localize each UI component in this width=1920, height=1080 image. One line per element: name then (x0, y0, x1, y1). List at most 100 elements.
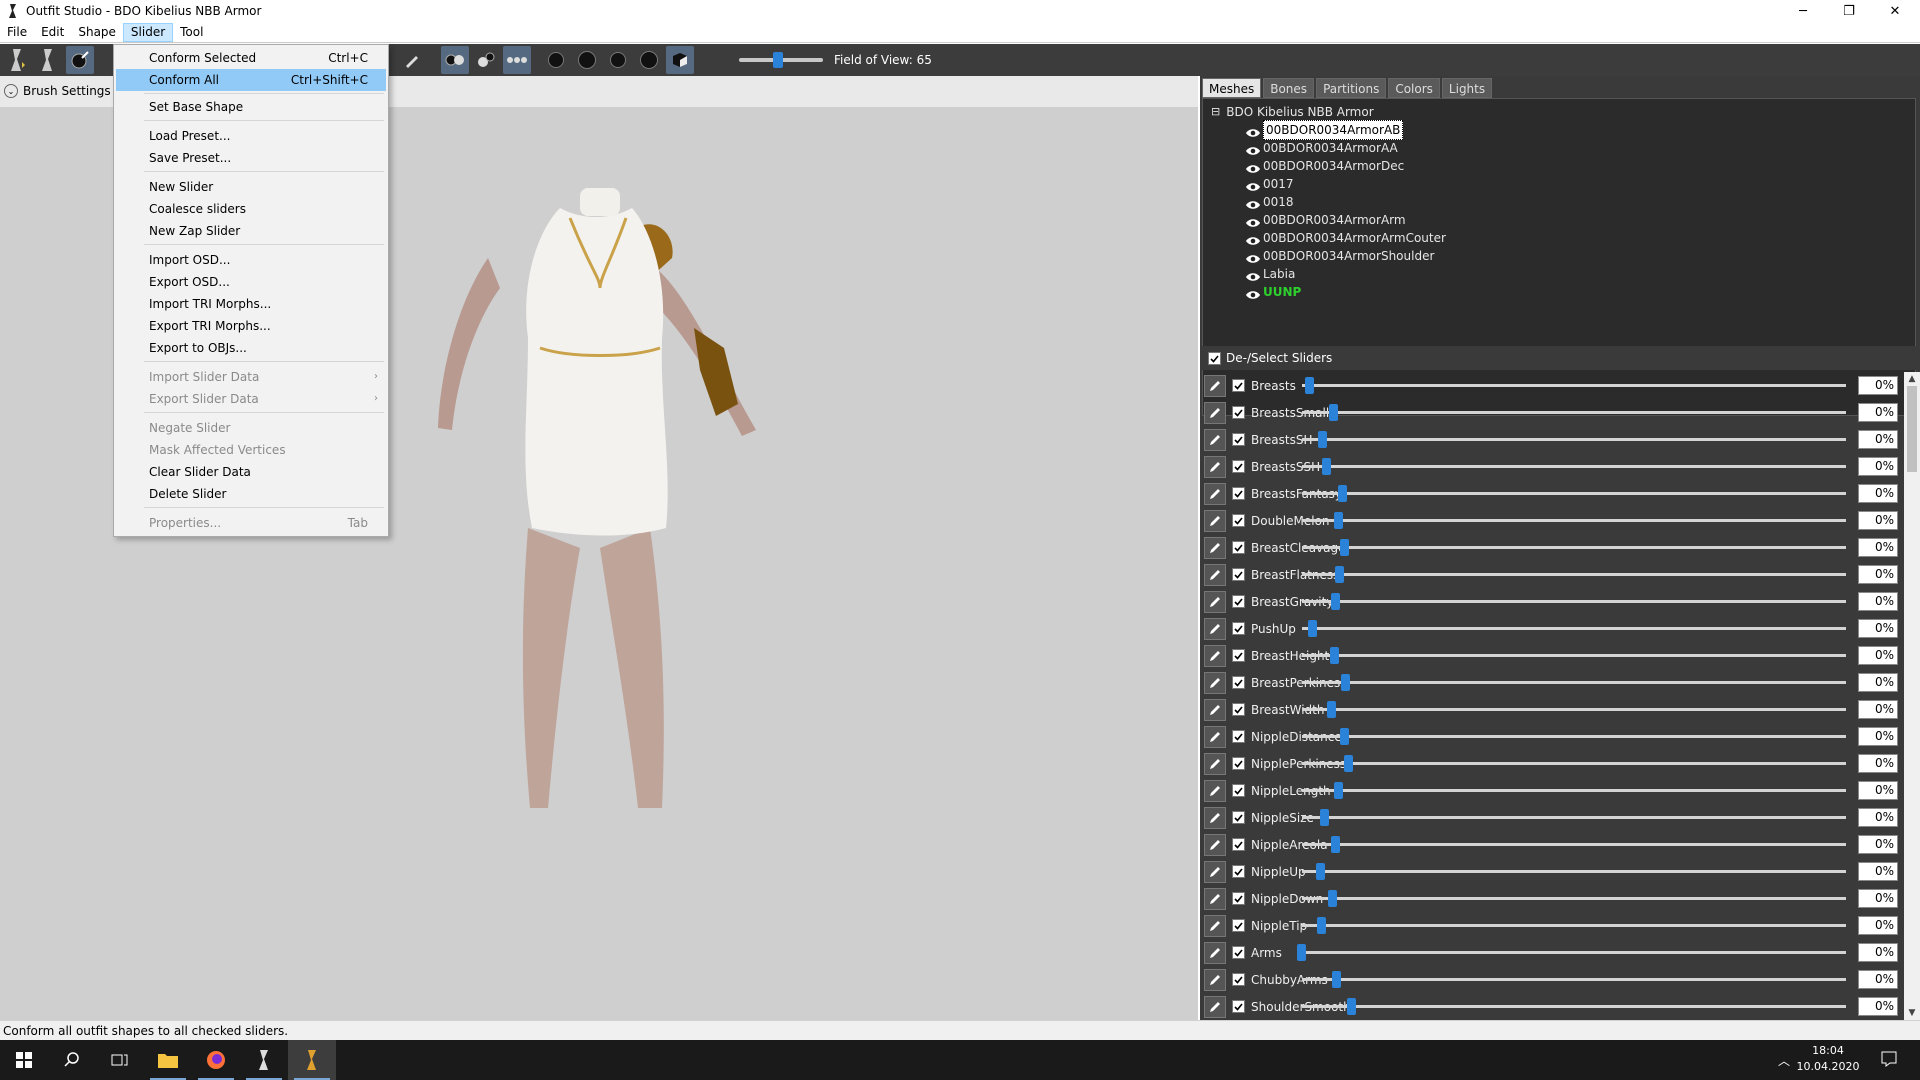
slider-value-input[interactable]: 0% (1858, 619, 1898, 638)
pen-icon[interactable] (398, 46, 426, 74)
shading-sphere-icon[interactable] (542, 46, 570, 74)
slider-checkbox[interactable] (1232, 784, 1245, 797)
slider-thumb[interactable] (1317, 917, 1326, 934)
menu-item-export-slider-data[interactable]: Export Slider Data › (116, 388, 386, 410)
menu-item-import-tri-morphs[interactable]: Import TRI Morphs... (116, 293, 386, 315)
brush-settings-toggle[interactable]: ⌄ Brush Settings (4, 84, 111, 98)
slider-track[interactable] (1302, 465, 1846, 468)
slider-thumb[interactable] (1322, 458, 1331, 475)
slider-checkbox[interactable] (1232, 757, 1245, 770)
edit-slider-pencil-icon[interactable] (1204, 779, 1226, 802)
slider-checkbox[interactable] (1232, 622, 1245, 635)
mirror-x-icon[interactable] (441, 46, 469, 74)
slider-track[interactable] (1302, 789, 1846, 792)
slider-track[interactable] (1302, 438, 1846, 441)
edit-slider-pencil-icon[interactable] (1204, 698, 1226, 721)
edit-slider-pencil-icon[interactable] (1204, 833, 1226, 856)
slider-value-input[interactable]: 0% (1858, 403, 1898, 422)
menu-item-export-to-objs[interactable]: Export to OBJs... (116, 337, 386, 359)
edit-slider-pencil-icon[interactable] (1204, 887, 1226, 910)
slider-checkbox[interactable] (1232, 730, 1245, 743)
menu-tool[interactable]: Tool (173, 23, 210, 42)
eye-icon[interactable] (1245, 143, 1261, 155)
edit-slider-pencil-icon[interactable] (1204, 914, 1226, 937)
tab-colors[interactable]: Colors (1388, 78, 1440, 98)
slider-value-input[interactable]: 0% (1858, 457, 1898, 476)
slider-value-input[interactable]: 0% (1858, 808, 1898, 827)
slider-value-input[interactable]: 0% (1858, 862, 1898, 881)
menu-item-load-preset[interactable]: Load Preset... (116, 125, 386, 147)
menu-item-conform-selected[interactable]: Conform Selected Ctrl+C (116, 47, 386, 69)
slider-value-input[interactable]: 0% (1858, 970, 1898, 989)
slider-checkbox[interactable] (1232, 514, 1245, 527)
eye-icon[interactable] (1245, 233, 1261, 245)
slider-value-input[interactable]: 0% (1858, 673, 1898, 692)
slider-checkbox[interactable] (1232, 433, 1245, 446)
edit-slider-pencil-icon[interactable] (1204, 617, 1226, 640)
eye-icon[interactable] (1245, 215, 1261, 227)
slider-track[interactable] (1302, 924, 1846, 927)
close-button[interactable]: ✕ (1872, 0, 1918, 22)
edit-slider-pencil-icon[interactable] (1204, 428, 1226, 451)
slider-thumb[interactable] (1340, 728, 1349, 745)
slider-track[interactable] (1302, 897, 1846, 900)
edit-slider-pencil-icon[interactable] (1204, 725, 1226, 748)
slider-checkbox[interactable] (1232, 946, 1245, 959)
menu-item-conform-all[interactable]: Conform All Ctrl+Shift+C (116, 69, 386, 91)
slider-thumb[interactable] (1318, 431, 1327, 448)
menu-item-negate-slider[interactable]: Negate Slider (116, 417, 386, 439)
menu-shape[interactable]: Shape (71, 23, 123, 42)
menu-item-export-osd[interactable]: Export OSD... (116, 271, 386, 293)
wireframe-sphere-icon[interactable] (573, 46, 601, 74)
tab-partitions[interactable]: Partitions (1316, 78, 1387, 98)
slider-checkbox[interactable] (1232, 649, 1245, 662)
slider-track[interactable] (1302, 1005, 1846, 1008)
slider-value-input[interactable]: 0% (1858, 781, 1898, 800)
slider-value-input[interactable]: 0% (1858, 376, 1898, 395)
eye-icon[interactable] (1245, 179, 1261, 191)
slider-track[interactable] (1302, 762, 1846, 765)
menu-item-set-base-shape[interactable]: Set Base Shape (116, 96, 386, 118)
search-button[interactable] (48, 1040, 96, 1080)
slider-value-input[interactable]: 0% (1858, 727, 1898, 746)
edit-slider-pencil-icon[interactable] (1204, 941, 1226, 964)
edit-slider-pencil-icon[interactable] (1204, 509, 1226, 532)
slider-track[interactable] (1302, 627, 1846, 630)
taskbar-clock[interactable]: 18:04 10.04.2020 (1790, 1043, 1866, 1075)
minimize-button[interactable]: ─ (1780, 0, 1826, 22)
slider-thumb[interactable] (1332, 971, 1341, 988)
eye-icon[interactable] (1245, 269, 1261, 281)
mask-brush-icon[interactable] (35, 46, 63, 74)
menu-item-clear-slider-data[interactable]: Clear Slider Data (116, 461, 386, 483)
slider-track[interactable] (1302, 870, 1846, 873)
menu-edit[interactable]: Edit (34, 23, 71, 42)
mesh-tree-item[interactable]: 00BDOR0034ArmorAA (1245, 139, 1398, 157)
edit-slider-pencil-icon[interactable] (1204, 536, 1226, 559)
slider-thumb[interactable] (1347, 998, 1356, 1015)
slider-track[interactable] (1302, 492, 1846, 495)
slider-thumb[interactable] (1338, 485, 1347, 502)
slider-checkbox[interactable] (1232, 676, 1245, 689)
menu-item-save-preset[interactable]: Save Preset... (116, 147, 386, 169)
slider-value-input[interactable]: 0% (1858, 484, 1898, 503)
menu-item-coalesce-sliders[interactable]: Coalesce sliders (116, 198, 386, 220)
slider-track[interactable] (1302, 600, 1846, 603)
slider-track[interactable] (1302, 843, 1846, 846)
slider-track[interactable] (1302, 654, 1846, 657)
slider-list-scrollbar[interactable]: ▲ ▼ (1904, 372, 1920, 1020)
taskbar-outfit-studio-2[interactable] (288, 1040, 336, 1080)
slider-thumb[interactable] (1335, 566, 1344, 583)
eye-icon[interactable] (1245, 161, 1261, 173)
slider-value-input[interactable]: 0% (1858, 997, 1898, 1016)
edit-slider-pencil-icon[interactable] (1204, 752, 1226, 775)
slider-checkbox[interactable] (1232, 892, 1245, 905)
select-brush-icon[interactable] (4, 46, 32, 74)
mesh-tree-item[interactable]: 00BDOR0034ArmorAB (1245, 120, 1404, 140)
slider-value-input[interactable]: 0% (1858, 565, 1898, 584)
light-sphere-icon[interactable] (604, 46, 632, 74)
slider-track[interactable] (1302, 978, 1846, 981)
menu-slider[interactable]: Slider (122, 22, 174, 42)
tab-bones[interactable]: Bones (1263, 78, 1315, 98)
slider-track[interactable] (1302, 573, 1846, 576)
slider-checkbox[interactable] (1232, 973, 1245, 986)
